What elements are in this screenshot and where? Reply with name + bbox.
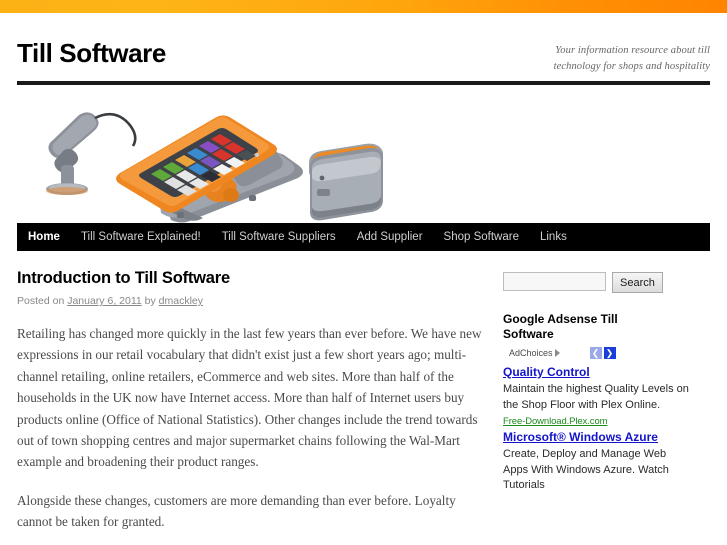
nav-item-till-software-explained[interactable]: Till Software Explained! — [81, 223, 201, 251]
tagline-line-2: technology for shops and hospitality — [553, 61, 710, 73]
post-author-link[interactable]: dmackley — [159, 295, 203, 307]
adchoices-row[interactable]: AdChoices ❮ ❯ — [509, 347, 692, 360]
main-navigation[interactable]: Home Till Software Explained! Till Softw… — [17, 223, 710, 251]
post-date-link[interactable]: January 6, 2011 — [67, 295, 142, 307]
post-meta-by: by — [141, 295, 159, 307]
nav-item-till-software-suppliers[interactable]: Till Software Suppliers — [222, 223, 336, 251]
ad-prev-arrow-icon[interactable]: ❮ — [589, 347, 602, 360]
nav-item-links[interactable]: Links — [540, 223, 567, 251]
ad-next-arrow-icon[interactable]: ❯ — [603, 347, 616, 360]
sidebar: Search Google Adsense Till Software AdCh… — [503, 269, 692, 545]
page-container: Till Software Your information resource … — [0, 13, 727, 545]
search-form: Search — [503, 272, 692, 293]
primary-content: Introduction to Till Software Posted on … — [17, 269, 503, 545]
ad-nav-buttons: ❮ ❯ — [589, 347, 616, 360]
ad-body-text: Create, Deploy and Manage Web Apps With … — [503, 448, 669, 492]
ad-url-link[interactable]: Free-Download.Plex.com — [503, 416, 692, 427]
post-paragraph-1: Retailing has changed more quickly in th… — [17, 326, 482, 470]
nav-item-home[interactable]: Home — [28, 223, 60, 251]
post-title: Introduction to Till Software — [17, 269, 230, 287]
top-gradient-bar — [0, 0, 727, 13]
adchoices-label: AdChoices — [509, 348, 553, 359]
header-banner-image — [17, 85, 710, 223]
post-meta: Posted on January 6, 2011 by dmackley — [17, 295, 485, 307]
ad-unit: Microsoft® Windows Azure Create, Deploy … — [503, 430, 692, 494]
ad-body-text: Maintain the highest Quality Levels on t… — [503, 383, 689, 411]
receipt-printer-graphic — [309, 143, 383, 221]
search-button[interactable]: Search — [612, 272, 663, 293]
site-header: Till Software Your information resource … — [17, 13, 710, 81]
nav-item-add-supplier[interactable]: Add Supplier — [357, 223, 423, 251]
site-title: Till Software — [17, 38, 166, 68]
search-input[interactable] — [503, 272, 606, 291]
content-area: Introduction to Till Software Posted on … — [17, 251, 710, 545]
ad-headline-link[interactable]: Microsoft® Windows Azure — [503, 430, 692, 446]
ad-unit: Quality Control Maintain the highest Qua… — [503, 365, 692, 427]
widget-title: Google Adsense Till Software — [503, 312, 618, 342]
site-tagline: Your information resource about till tec… — [505, 33, 710, 76]
ad-headline-link[interactable]: Quality Control — [503, 365, 692, 381]
tagline-line-1: Your information resource about till — [555, 45, 710, 56]
nav-item-shop-software[interactable]: Shop Software — [444, 223, 519, 251]
post-meta-prefix: Posted on — [17, 295, 68, 307]
adsense-widget: Google Adsense Till Software AdChoices ❮… — [503, 312, 692, 494]
adchoices-triangle-icon — [554, 349, 560, 358]
post-paragraph-2: Alongside these changes, customers are m… — [17, 492, 456, 529]
